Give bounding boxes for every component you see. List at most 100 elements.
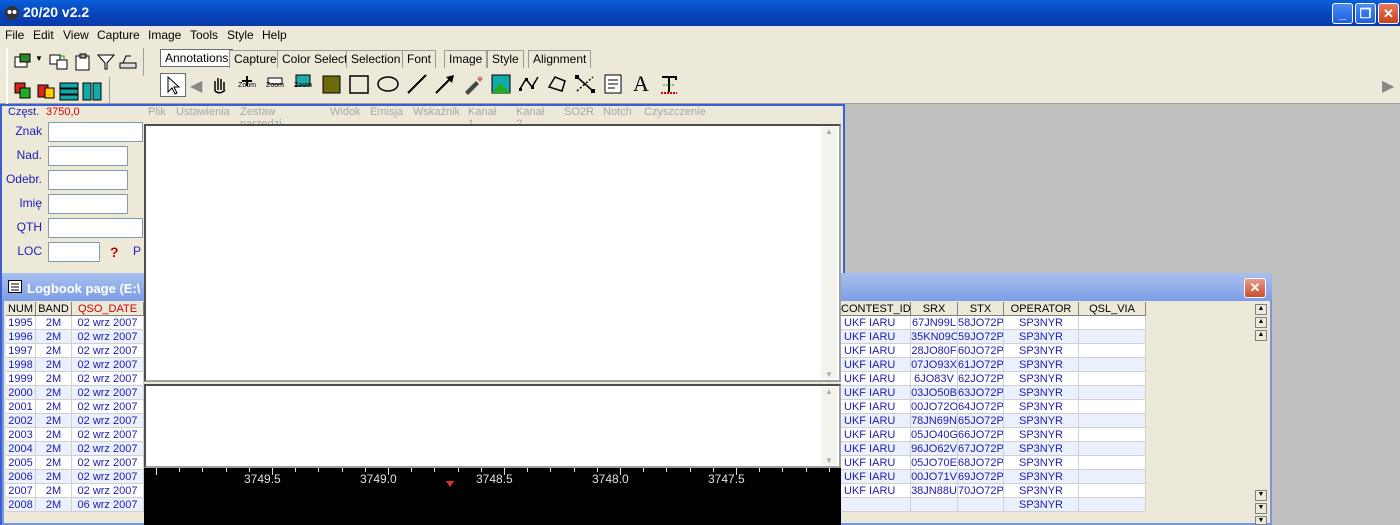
logbook-cell-op[interactable]: SP3NYR: [1004, 372, 1079, 386]
fill-color-icon[interactable]: [318, 73, 344, 97]
logbook-cell-num[interactable]: 2002: [6, 414, 36, 428]
logbook-cell-band[interactable]: 2M: [36, 400, 72, 414]
col-header-stx[interactable]: STX: [958, 302, 1004, 316]
logbook-cell-band[interactable]: 2M: [36, 442, 72, 456]
menu-view[interactable]: View: [63, 28, 89, 42]
tab-font[interactable]: Font: [402, 50, 437, 68]
logbook-cell-date[interactable]: 02 wrz 2007: [72, 470, 144, 484]
logbook-cell-contest[interactable]: UKF IARU: [841, 484, 911, 498]
logbook-cell-num[interactable]: 2004: [6, 442, 36, 456]
logbook-cell-date[interactable]: 02 wrz 2007: [72, 414, 144, 428]
logbook-cell-qsl[interactable]: [1079, 358, 1146, 372]
logbook-cell-num[interactable]: 2006: [6, 470, 36, 484]
logbook-cell-srx[interactable]: [911, 498, 958, 512]
logbook-cell-srx[interactable]: 07JO93X: [911, 358, 958, 372]
logbook-cell-date[interactable]: 02 wrz 2007: [72, 456, 144, 470]
logbook-cell-band[interactable]: 2M: [36, 428, 72, 442]
logbook-cell-band[interactable]: 2M: [36, 414, 72, 428]
logbook-cell-date[interactable]: 02 wrz 2007: [72, 484, 144, 498]
tab-annotations[interactable]: Annotations: [160, 49, 234, 67]
menu-edit[interactable]: Edit: [33, 28, 54, 42]
logbook-cell-num[interactable]: 2005: [6, 456, 36, 470]
logbook-cell-contest[interactable]: UKF IARU: [841, 386, 911, 400]
logbook-cell-qsl[interactable]: [1079, 344, 1146, 358]
logbook-cell-contest[interactable]: UKF IARU: [841, 316, 911, 330]
logbook-cell-band[interactable]: 2M: [36, 344, 72, 358]
maximize-button[interactable]: ❐: [1355, 3, 1376, 24]
minimize-button[interactable]: _: [1332, 3, 1353, 24]
col-header-operator[interactable]: OPERATOR: [1004, 302, 1079, 316]
logbook-cell-stx[interactable]: 58JO72P: [958, 316, 1004, 330]
logbook-cell-op[interactable]: SP3NYR: [1004, 470, 1079, 484]
logbook-cell-qsl[interactable]: [1079, 414, 1146, 428]
logbook-cell-op[interactable]: SP3NYR: [1004, 442, 1079, 456]
tab-alignment[interactable]: Alignment: [528, 50, 592, 68]
logbook-cell-band[interactable]: 2M: [36, 372, 72, 386]
logbook-cell-band[interactable]: 2M: [36, 330, 72, 344]
col-header-num[interactable]: NUM: [6, 302, 36, 316]
logbook-cell-date[interactable]: 02 wrz 2007: [72, 330, 144, 344]
loc-input[interactable]: [48, 242, 100, 262]
waterfall-display[interactable]: 3749.5 3749.0 3748.5 3748.0 3747.5: [144, 468, 841, 525]
clipboard-icon[interactable]: [72, 51, 94, 73]
loc-help-button[interactable]: ?: [110, 244, 119, 260]
logbook-cell-stx[interactable]: 61JO72P: [958, 358, 1004, 372]
logbook-cell-date[interactable]: 02 wrz 2007: [72, 316, 144, 330]
tab-selection[interactable]: Selection: [346, 50, 406, 68]
paste-image-icon[interactable]: [35, 80, 57, 102]
logbook-cell-stx[interactable]: 67JO72P: [958, 442, 1004, 456]
logbook-cell-op[interactable]: SP3NYR: [1004, 484, 1079, 498]
logbook-cell-op[interactable]: SP3NYR: [1004, 316, 1079, 330]
col-header-contest-id[interactable]: CONTEST_ID: [841, 302, 911, 316]
logbook-cell-op[interactable]: SP3NYR: [1004, 456, 1079, 470]
logbook-cell-num[interactable]: 2003: [6, 428, 36, 442]
logbook-cell-stx[interactable]: 70JO72P: [958, 484, 1004, 498]
logger-menu-emisja[interactable]: Emisja: [370, 106, 403, 118]
pointer-tool-icon[interactable]: [160, 73, 186, 97]
logbook-cell-qsl[interactable]: [1079, 372, 1146, 386]
logger-menu-wskaznik[interactable]: Wskaźnik: [413, 106, 460, 118]
logbook-cell-stx[interactable]: 62JO72P: [958, 372, 1004, 386]
rows-layout-icon[interactable]: [58, 80, 80, 102]
logger-menu-notch[interactable]: Notch: [603, 106, 632, 118]
logbook-cell-op[interactable]: SP3NYR: [1004, 428, 1079, 442]
logbook-cell-srx[interactable]: 05JO70E: [911, 456, 958, 470]
logbook-cell-band[interactable]: 2M: [36, 316, 72, 330]
polyline-tool-icon[interactable]: [516, 73, 542, 97]
logbook-cell-band[interactable]: 2M: [36, 358, 72, 372]
logbook-cell-num[interactable]: 1996: [6, 330, 36, 344]
tab-style[interactable]: Style: [487, 50, 524, 68]
logbook-cell-op[interactable]: SP3NYR: [1004, 414, 1079, 428]
transmit-pane-scrollbar[interactable]: ▲ ▼: [821, 387, 837, 465]
logbook-cell-srx[interactable]: 00JO71V: [911, 470, 958, 484]
logbook-cell-band[interactable]: 2M: [36, 484, 72, 498]
rectangle-tool-icon[interactable]: [346, 73, 372, 97]
received-input[interactable]: [48, 170, 128, 190]
logbook-scroll-down-icon[interactable]: ▼: [1255, 490, 1267, 501]
logbook-cell-op[interactable]: SP3NYR: [1004, 358, 1079, 372]
menu-help[interactable]: Help: [262, 28, 287, 42]
image-insert-icon[interactable]: [488, 73, 514, 97]
ellipse-tool-icon[interactable]: [375, 73, 401, 97]
logbook-cell-op[interactable]: SP3NYR: [1004, 344, 1079, 358]
logbook-scroll-top-icon[interactable]: ▲: [1255, 304, 1267, 315]
logbook-cell-srx[interactable]: 00JO72O: [911, 400, 958, 414]
logbook-cell-stx[interactable]: 59JO72P: [958, 330, 1004, 344]
logbook-cell-srx[interactable]: 67JN99L: [911, 316, 958, 330]
logbook-scroll-pagedown-icon[interactable]: ▼: [1255, 503, 1267, 514]
logbook-cell-contest[interactable]: UKF IARU: [841, 344, 911, 358]
logbook-cell-contest[interactable]: UKF IARU: [841, 358, 911, 372]
logbook-scroll-pageup-icon[interactable]: ▲: [1255, 317, 1267, 328]
logbook-cell-qsl[interactable]: [1079, 456, 1146, 470]
logbook-cell-op[interactable]: SP3NYR: [1004, 498, 1079, 512]
logbook-cell-srx[interactable]: 6JO83V: [911, 372, 958, 386]
logbook-cell-qsl[interactable]: [1079, 428, 1146, 442]
tuning-marker-icon[interactable]: [446, 481, 454, 487]
note-tool-icon[interactable]: [600, 73, 626, 97]
callsign-input[interactable]: [48, 122, 143, 142]
logbook-cell-contest[interactable]: UKF IARU: [841, 442, 911, 456]
logbook-cell-stx[interactable]: 68JO72P: [958, 456, 1004, 470]
logbook-cell-date[interactable]: 02 wrz 2007: [72, 344, 144, 358]
stamp-tool-icon[interactable]: [656, 73, 682, 97]
receive-text-pane[interactable]: [144, 124, 841, 382]
